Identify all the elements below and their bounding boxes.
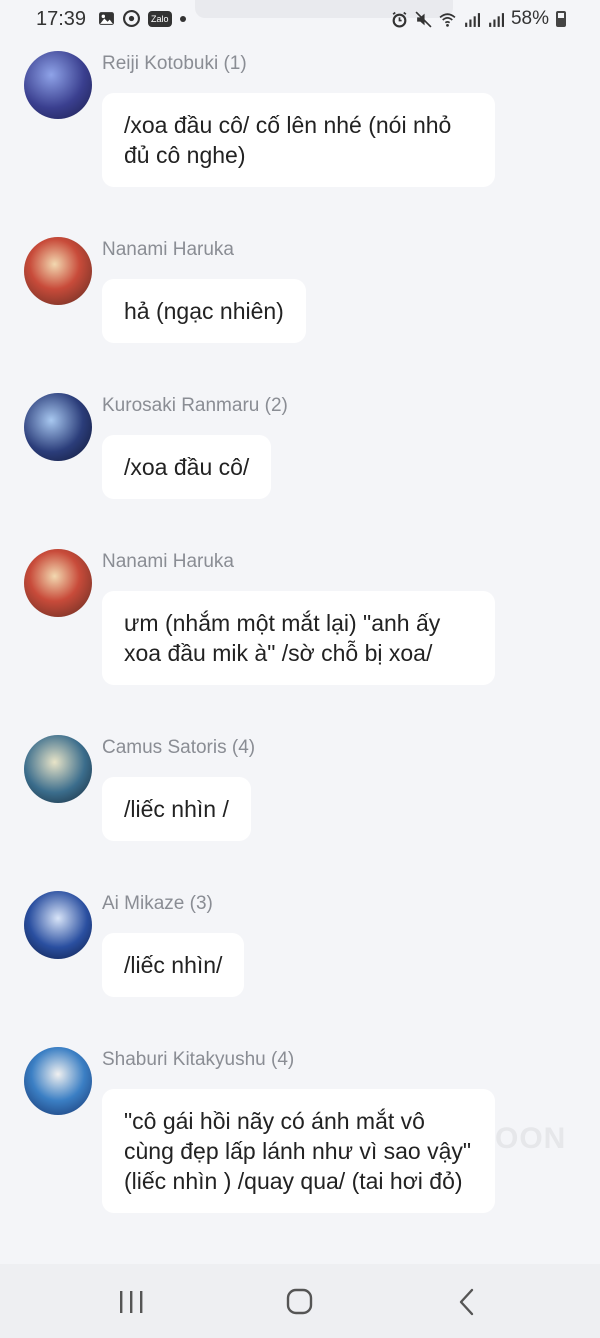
battery-percent: 58% bbox=[510, 8, 549, 29]
battery-icon bbox=[556, 11, 566, 27]
status-bar: 17:39 Zalo 58% bbox=[0, 0, 600, 40]
avatar[interactable] bbox=[24, 735, 92, 803]
mute-icon bbox=[415, 10, 432, 28]
sender-name: Ai Mikaze (3) bbox=[102, 893, 213, 914]
sender-name: Kurosaki Ranmaru (2) bbox=[102, 395, 288, 416]
avatar[interactable] bbox=[24, 237, 92, 305]
message-bubble[interactable]: ưm (nhắm một mắt lại) "anh ấy xoa đầu mi… bbox=[102, 591, 495, 685]
watermark: OON bbox=[495, 1122, 567, 1155]
message-bubble[interactable]: /xoa đầu cô/ cố lên nhé (nói nhỏ đủ cô n… bbox=[102, 93, 495, 187]
wifi-icon bbox=[439, 12, 456, 27]
gallery-icon bbox=[99, 12, 114, 25]
avatar[interactable] bbox=[24, 549, 92, 617]
system-icons: 58% bbox=[391, 8, 566, 30]
more-notifications-dot bbox=[179, 15, 186, 22]
messenger-icon bbox=[123, 10, 140, 27]
message-bubble[interactable]: "cô gái hồi nãy có ánh mắt vô cùng đẹp l… bbox=[102, 1089, 495, 1213]
sender-name: Nanami Haruka bbox=[102, 551, 234, 572]
zalo-icon: Zalo bbox=[148, 10, 172, 27]
avatar[interactable] bbox=[24, 891, 92, 959]
message-bubble[interactable]: /liếc nhìn/ bbox=[102, 933, 245, 997]
message-bubble[interactable]: /liếc nhìn / bbox=[102, 777, 251, 841]
sender-name: Nanami Haruka bbox=[102, 239, 234, 260]
avatar[interactable] bbox=[24, 51, 92, 119]
sender-name: Reiji Kotobuki (1) bbox=[102, 53, 247, 74]
signal-icon-sim2 bbox=[489, 12, 504, 27]
status-time: 17:39 bbox=[36, 8, 87, 30]
notification-icons: Zalo bbox=[98, 10, 186, 27]
message-bubble[interactable]: hả (ngạc nhiên) bbox=[102, 279, 306, 343]
signal-icon-sim1 bbox=[465, 12, 480, 27]
back-icon[interactable] bbox=[448, 1286, 488, 1318]
recents-icon[interactable] bbox=[111, 1286, 151, 1318]
avatar[interactable] bbox=[24, 1047, 92, 1115]
avatar[interactable] bbox=[24, 393, 92, 461]
alarm-icon bbox=[392, 11, 407, 27]
home-icon[interactable] bbox=[280, 1286, 320, 1318]
navigation-bar bbox=[0, 1264, 600, 1338]
message-bubble[interactable]: /xoa đầu cô/ bbox=[102, 435, 272, 499]
sender-name: Shaburi Kitakyushu (4) bbox=[102, 1049, 295, 1070]
sender-name: Camus Satoris (4) bbox=[102, 737, 256, 758]
